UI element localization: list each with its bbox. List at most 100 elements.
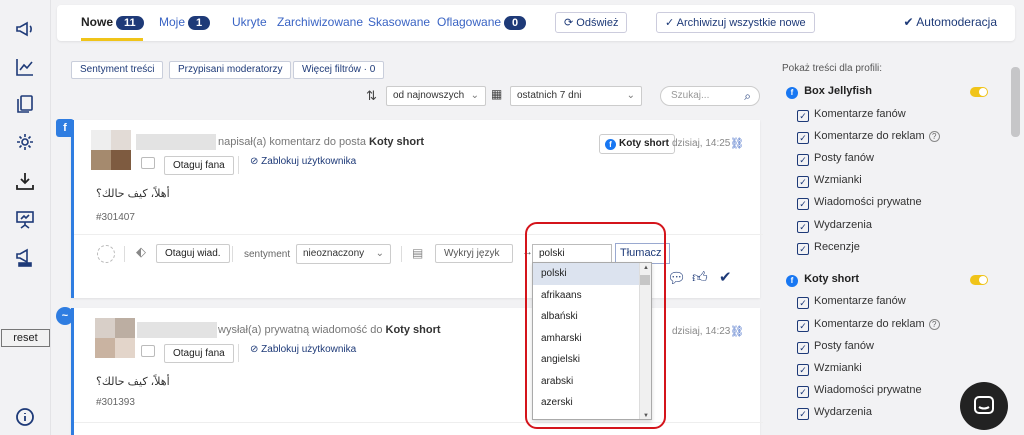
tag-fan-button[interactable]: Otaguj fana [164,156,234,175]
checkbox-label: Posty fanów [814,340,874,352]
tab-hidden[interactable]: Ukryte [232,15,267,29]
tab-count-badge: 11 [116,16,144,30]
page-scrollbar[interactable] [1010,55,1022,435]
date-range-value: ostatnich 7 dni [517,90,582,101]
checkbox-checked-icon: ✓ [797,176,809,188]
chevron-down-icon: ⌄ [375,248,384,259]
settings-icon[interactable] [14,131,36,153]
chevron-down-icon: ⌄ [626,90,635,101]
tag-fan-button[interactable]: Otaguj fana [164,344,234,363]
message-text: أهلاً، كيف حالك؟ [96,376,170,388]
sort-direction-icon[interactable]: ⇅ [366,88,377,104]
block-user-label: Zablokuj użytkownika [261,156,357,167]
profile-header: f Box Jellyfish [786,85,872,99]
calendar-icon[interactable]: ▦ [491,87,502,101]
checkbox-checked-icon: ✓ [797,198,809,210]
tab-archived[interactable]: Zarchiwizowane [277,15,363,29]
sort-select[interactable]: od najnowszych ⌄ [386,86,486,106]
filter-checkbox[interactable]: ✓ Posty fanów [797,340,874,354]
search-input[interactable]: Szukaj... ⌕ [660,86,760,106]
detect-language-button[interactable]: Wykryj język [435,244,513,263]
tab-new[interactable]: Nowe 11 [81,15,144,30]
tab-deleted[interactable]: Skasowane [368,15,430,29]
archive-all-button[interactable]: ✓ Archiwizuj wszystkie nowe [656,12,815,33]
filter-checkbox[interactable]: ✓ Wiadomości prywatne [797,384,922,398]
checkbox-checked-icon: ✓ [797,386,809,398]
approve-icon[interactable]: ✔︎ [719,268,732,286]
messenger-icon: ~ [56,307,74,325]
tab-mine[interactable]: Moje 1 [159,15,211,30]
checkbox-label: Posty fanów [814,152,874,164]
sentiment-select[interactable]: nieoznaczony ⌄ [296,244,391,264]
contact-card-icon[interactable] [141,157,155,169]
headline-target[interactable]: Koty short [386,324,441,336]
checkbox-checked-icon: ✓ [797,132,809,144]
filter-checkbox[interactable]: ✓ Wiadomości prywatne [797,196,922,210]
headline-text: wysłał(a) prywatną wiadomość do [218,324,383,336]
profile-name: Box Jellyfish [804,85,872,97]
date-range-select[interactable]: ostatnich 7 dni ⌄ [510,86,642,106]
chat-launcher-button[interactable] [960,382,1008,430]
facebook-icon: f [56,119,74,137]
contact-card-icon[interactable] [141,345,155,357]
divider [238,344,239,362]
divider [232,246,233,262]
chat-icon [974,396,994,414]
block-user-link[interactable]: ⊘ Zablokuj użytkownika [250,156,356,167]
tag-message-button[interactable]: Otaguj wiad. [156,244,230,263]
reset-button[interactable]: reset [1,329,50,347]
tab-flagged[interactable]: Oflagowane 0 [437,15,527,30]
checkbox-label: Wydarzenia [814,406,872,418]
link-icon[interactable]: ⛓ [730,137,744,150]
megaphone-icon[interactable] [14,18,36,40]
search-icon[interactable]: ⌕ [744,89,751,104]
chart-icon[interactable] [14,56,36,78]
filter-checkbox[interactable]: ✓ Komentarze do reklam? [797,318,940,332]
facebook-icon: f [786,275,798,287]
filter-checkbox[interactable]: ✓ Wydarzenia [797,406,872,420]
author-name-blurred [136,134,216,150]
chevron-down-icon: ⌄ [470,90,479,101]
filter-checkbox[interactable]: ✓ Recenzje [797,241,860,255]
profile-header: f Koty short [786,273,859,287]
moderators-filter-button[interactable]: Przypisani moderatorzy [169,61,292,79]
sentiment-value: nieoznaczony [303,248,365,259]
documents-icon[interactable] [14,93,36,115]
filter-checkbox[interactable]: ✓ Komentarze fanów [797,295,906,309]
filter-checkbox[interactable]: ✓ Wzmianki [797,362,862,376]
refresh-button[interactable]: ⟳ Odśwież [555,12,628,33]
help-icon[interactable]: ? [928,131,940,142]
sentiment-filter-button[interactable]: Sentyment treści [71,61,164,79]
page-badge[interactable]: f Koty short [599,134,675,154]
help-icon[interactable]: ? [928,319,940,330]
like-icon[interactable]: 👍︎ [692,269,708,287]
filter-checkbox[interactable]: ✓ Wydarzenia [797,219,872,233]
scroll-thumb[interactable] [1011,67,1020,137]
headline-target[interactable]: Koty short [369,136,424,148]
checkbox-checked-icon: ✓ [797,154,809,166]
automoderation-link[interactable]: ✔ Automoderacja [904,15,997,29]
checkbox-checked-icon: ✓ [797,320,809,332]
filter-checkbox[interactable]: ✓ Posty fanów [797,152,874,166]
post-headline: wysłał(a) prywatną wiadomość do Koty sho… [218,324,441,336]
info-icon[interactable] [14,406,36,428]
filter-checkbox[interactable]: ✓ Komentarze fanów [797,108,906,122]
filter-checkbox[interactable]: ✓ Komentarze do reklam? [797,130,940,144]
ads-icon[interactable] [14,246,36,268]
check-icon: ✓ [665,17,675,29]
archive-all-label: Archiwizuj wszystkie nowe [676,17,806,29]
link-icon[interactable]: ⛓ [730,325,744,338]
refresh-icon: ⟳ [564,17,574,29]
assign-circle[interactable] [97,245,115,263]
block-user-link[interactable]: ⊘ Zablokuj użytkownika [250,344,356,355]
profile-toggle[interactable] [970,275,988,285]
reply-icon[interactable]: 💬︎ [667,269,686,287]
profile-toggle[interactable] [970,87,988,97]
checkbox-label: Wydarzenia [814,219,872,231]
post-id: #301393 [96,397,135,408]
presentation-icon[interactable] [14,208,36,230]
more-filters-button[interactable]: Więcej filtrów · 0 [293,61,385,79]
filter-checkbox[interactable]: ✓ Wzmianki [797,174,862,188]
checkbox-checked-icon: ✓ [797,408,809,420]
download-icon[interactable] [14,170,36,192]
